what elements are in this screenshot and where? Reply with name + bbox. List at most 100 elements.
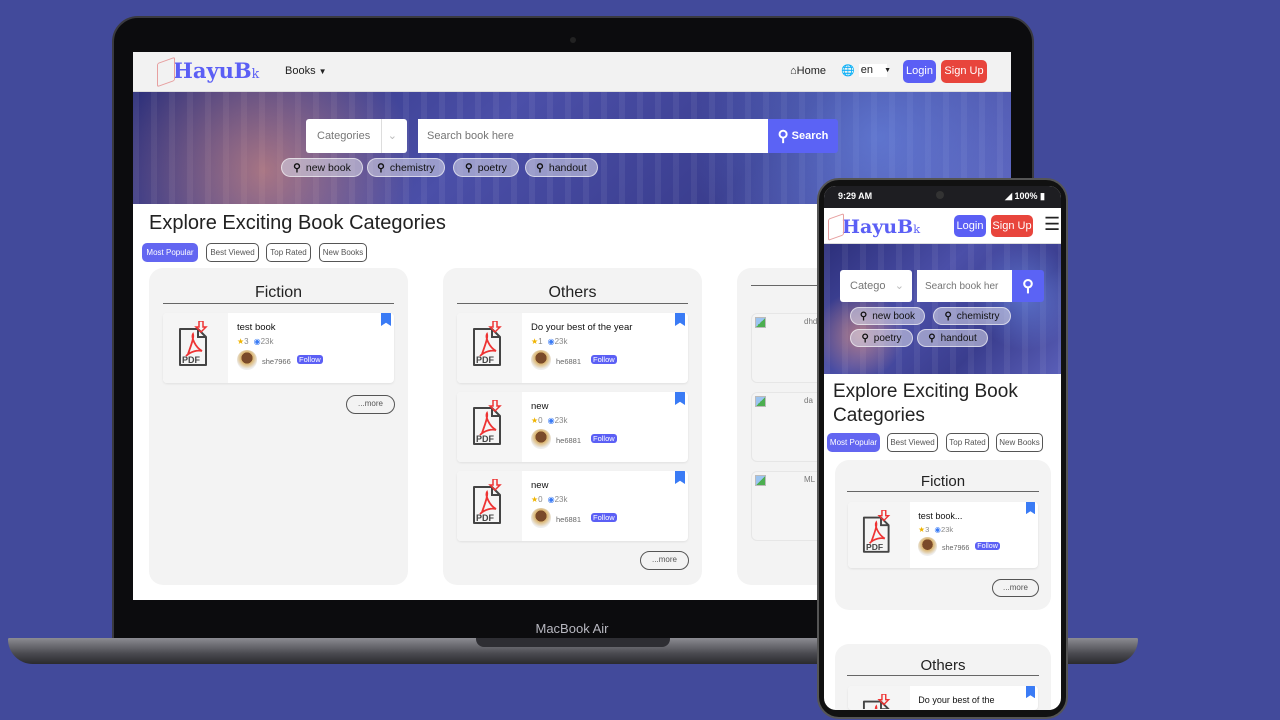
image-alt-text: da [804,396,813,405]
search-tag[interactable]: ⚲ handout [917,329,988,347]
book-card[interactable]: PDF new ★0 ◉23k he6881 Follow [457,471,688,541]
category-select[interactable]: Catego ⌄ [840,270,912,302]
username[interactable]: he6881 [556,357,581,366]
book-stats: ★3 ◉23k [237,337,274,346]
home-label: Home [796,65,826,77]
avatar[interactable] [237,350,257,370]
follow-button[interactable]: Follow [591,355,617,364]
search-tag-label: new book [305,161,351,174]
category-card: Fiction PDF test book ★3 ◉23k she7966 Follow..… [149,268,408,585]
book-card[interactable]: Do your best of the [848,686,1038,710]
username[interactable]: he6881 [556,515,581,524]
book-title[interactable]: test book... [918,511,962,521]
book-card[interactable]: PDF new ★0 ◉23k he6881 Follow [457,392,688,462]
search-button[interactable]: ⚲ Search [768,119,838,153]
book-card[interactable]: PDF test book... ★3 ◉23k she7966 Follow [848,502,1038,568]
pdf-file-icon [862,692,894,710]
home-icon: ⌂ [790,65,797,77]
search-tag[interactable]: ⚲ new book [850,307,925,325]
search-tag[interactable]: ⚲ handout [525,158,598,177]
more-button[interactable]: ...more [992,579,1039,597]
search-button-label: Search [791,130,829,142]
views-icon: ◉ [547,337,555,346]
tab-top-rated[interactable]: Top Rated [946,433,989,452]
more-button[interactable]: ...more [346,395,395,414]
category-title[interactable]: Fiction [163,284,394,304]
tab-most-popular[interactable]: Most Popular [142,243,198,262]
signup-button[interactable]: Sign Up [991,215,1033,237]
tab-new-books[interactable]: New Books [319,243,367,262]
bookmark-icon[interactable] [1025,502,1036,515]
logo[interactable]: HayuBk [828,213,920,241]
signup-button[interactable]: Sign Up [941,60,987,83]
search-tag-label: handout [548,161,587,174]
tab-best-viewed[interactable]: Best Viewed [206,243,259,262]
more-button[interactable]: ...more [640,551,689,570]
avatar[interactable] [531,429,551,449]
avatar[interactable] [531,508,551,528]
views-icon: ◉ [547,495,555,504]
rating: 3 [244,337,249,346]
avatar[interactable] [531,350,551,370]
search-input[interactable] [917,270,1012,302]
category-title[interactable]: Others [847,657,1039,676]
bookmark-icon[interactable] [1025,686,1036,699]
hamburger-icon[interactable]: ☰ [1044,214,1060,235]
category-title[interactable]: Others [457,284,688,304]
avatar[interactable] [918,537,938,557]
home-link[interactable]: ⌂Home [790,65,826,77]
search-tag[interactable]: ⚲ chemistry [367,158,445,177]
book-title[interactable]: new [531,480,548,491]
logo[interactable]: HayuBk [157,56,259,88]
status-bar: 9:29 AM ◢ 100% ▮ [824,186,1061,208]
book-stats: ★0 ◉23k [531,495,568,504]
category-select[interactable]: Categories ⌄ [306,119,407,153]
search-tag-label: chemistry [956,310,1000,322]
tab-best-viewed[interactable]: Best Viewed [887,433,938,452]
username[interactable]: she7966 [942,544,969,552]
follow-button[interactable]: Follow [297,355,323,364]
search-tag[interactable]: ⚲ poetry [453,158,519,177]
battery-label: 100% [1014,191,1038,201]
category-title[interactable]: Fiction [847,473,1039,492]
username[interactable]: he6881 [556,436,581,445]
search-tag-label: poetry [477,161,507,174]
book-title[interactable]: new [531,401,548,412]
tab-most-popular[interactable]: Most Popular [827,433,880,452]
search-tag[interactable]: ⚲ new book [281,158,363,177]
bookmark-icon[interactable] [675,392,685,405]
category-placeholder: Categories [317,130,371,142]
bookmark-icon[interactable] [381,313,391,326]
image-alt-text: dhd [804,317,818,326]
search-icon: ⚲ [777,128,789,145]
search-icon: ⚲ [861,332,869,344]
book-title[interactable]: test book [237,322,276,333]
username[interactable]: she7966 [262,357,291,366]
login-button[interactable]: Login [954,215,986,237]
views-icon: ◉ [253,337,261,346]
image-alt-text: ML [804,475,816,484]
book-title[interactable]: Do your best of the year [531,322,632,333]
language-select[interactable]: 🌐 en ▼ [841,64,891,77]
bookmark-icon[interactable] [675,313,685,326]
follow-button[interactable]: Follow [975,541,1000,550]
book-card[interactable]: PDF test book ★3 ◉23k she7966 Follow [163,313,394,383]
chevron-down-icon: ▼ [884,67,891,74]
search-tag[interactable]: ⚲ chemistry [933,307,1011,325]
follow-button[interactable]: Follow [591,513,617,522]
bookmark-icon[interactable] [675,471,685,484]
book-title[interactable]: Do your best of the [918,695,994,705]
book-card[interactable]: PDF Do your best of the year ★1 ◉23k he6881 F… [457,313,688,383]
views: 23k [940,524,954,534]
follow-button[interactable]: Follow [591,434,617,443]
pdf-label: PDF [476,513,494,523]
tab-new-books[interactable]: New Books [996,433,1043,452]
books-menu[interactable]: Books ▼ [285,65,327,77]
tab-top-rated[interactable]: Top Rated [266,243,311,262]
search-tag[interactable]: ⚲ poetry [850,329,913,347]
search-button[interactable]: ⚲ [1012,270,1044,302]
navbar: HayuBk Books ▼ ⌂Home 🌐 en ▼ Login Sign Up [133,52,1011,92]
search-input[interactable] [418,119,768,153]
login-button[interactable]: Login [903,60,936,83]
laptop-camera [570,37,576,43]
